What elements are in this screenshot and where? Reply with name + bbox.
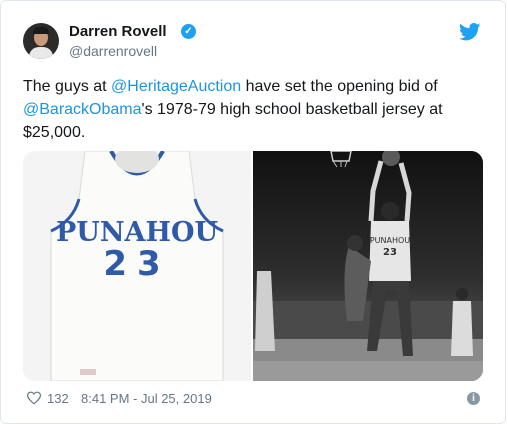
basketball-game-photo[interactable]: PUNAHOU 23 — [253, 151, 483, 381]
twitter-bird-icon[interactable] — [459, 23, 481, 41]
jersey-photo[interactable]: PUNAHOU 23 — [23, 151, 251, 381]
avatar[interactable] — [23, 23, 59, 59]
verified-badge-icon: ✓ — [181, 24, 196, 39]
jersey-number: 23 — [103, 244, 170, 284]
author-name[interactable]: Darren Rovell — [69, 23, 167, 40]
info-icon[interactable]: i — [467, 392, 480, 405]
mention-link[interactable]: @BarackObama — [23, 101, 142, 118]
author-handle[interactable]: @darrenrovell — [69, 43, 157, 59]
svg-text:PUNAHOU: PUNAHOU — [370, 236, 410, 245]
tweet-card: Darren Rovell ✓ @darrenrovell The guys a… — [0, 0, 506, 424]
heart-icon[interactable] — [27, 391, 41, 405]
svg-text:23: 23 — [383, 247, 397, 258]
mention-link[interactable]: @HeritageAuction — [111, 78, 241, 95]
tweet-timestamp[interactable]: 8:41 PM - Jul 25, 2019 — [81, 391, 212, 406]
tweet-text: The guys at @HeritageAuction have set th… — [23, 78, 443, 141]
like-count: 132 — [47, 391, 69, 406]
